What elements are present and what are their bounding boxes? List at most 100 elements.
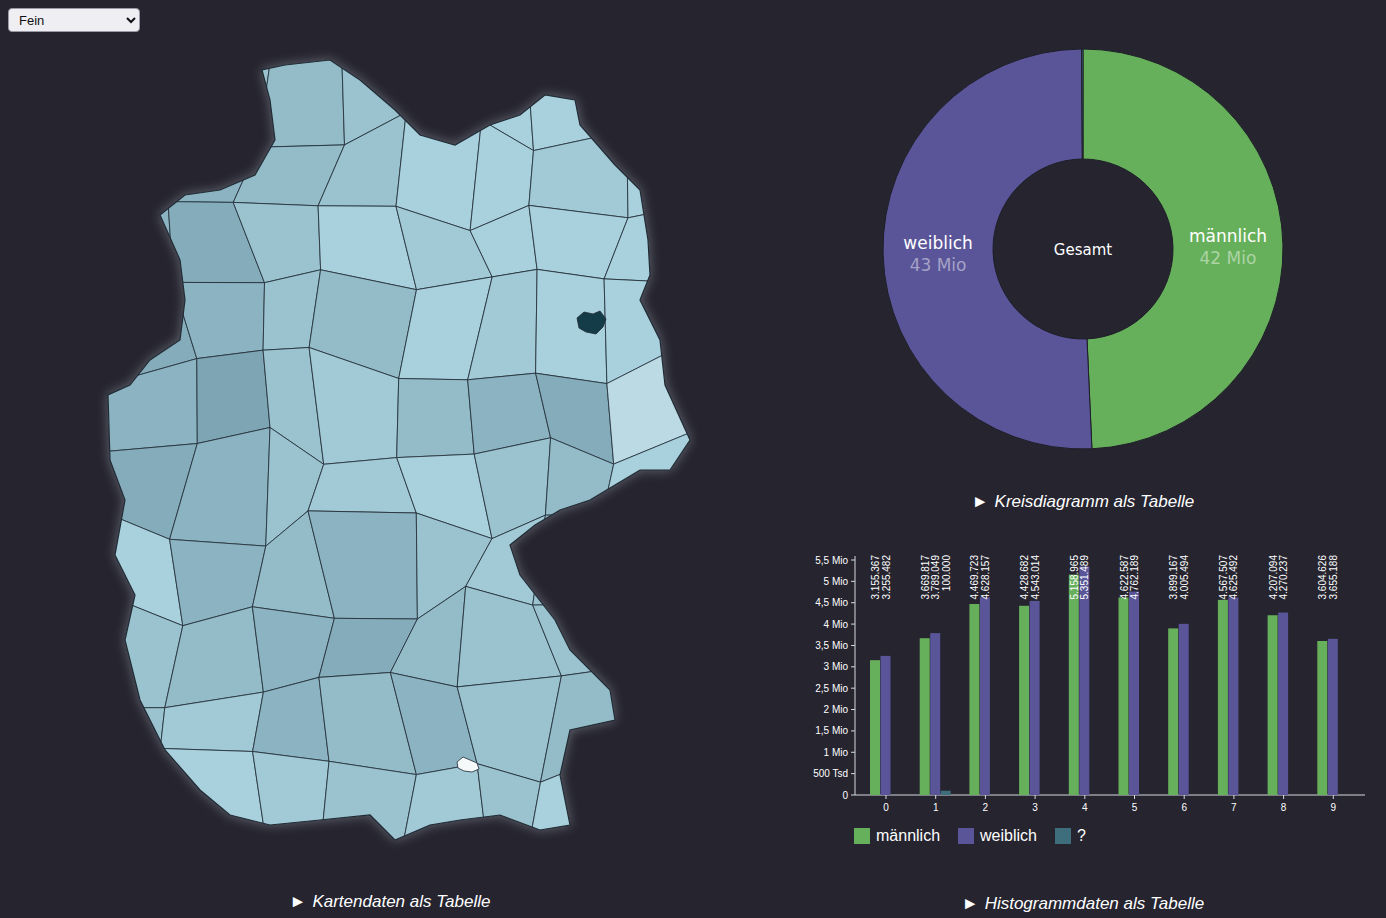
histogram-bar[interactable] bbox=[1119, 597, 1129, 795]
legend-item[interactable]: weiblich bbox=[958, 827, 1037, 845]
histogram-bar[interactable] bbox=[1069, 575, 1079, 795]
svg-text:4: 4 bbox=[1082, 802, 1088, 813]
histogram-bar[interactable] bbox=[920, 638, 930, 795]
bar-value-label: 5.351.489 bbox=[1079, 555, 1090, 600]
map-region[interactable] bbox=[528, 744, 636, 854]
histogram-bar[interactable] bbox=[1317, 641, 1327, 795]
histogram-bar[interactable] bbox=[1179, 624, 1189, 795]
map-region[interactable] bbox=[533, 604, 616, 676]
map-city-region[interactable] bbox=[457, 757, 479, 772]
histogram-bar[interactable] bbox=[1228, 597, 1238, 795]
map-region[interactable] bbox=[94, 40, 189, 147]
map-region[interactable] bbox=[309, 348, 399, 465]
histogram-legend: männlich weiblich? bbox=[854, 826, 1386, 846]
map-region[interactable] bbox=[401, 764, 485, 854]
map-region[interactable] bbox=[397, 379, 475, 458]
histogram-bar[interactable] bbox=[980, 597, 990, 795]
map-region[interactable] bbox=[173, 282, 264, 358]
map-region[interactable] bbox=[308, 511, 417, 619]
histogram-bar[interactable] bbox=[1079, 566, 1089, 795]
map-region[interactable] bbox=[604, 205, 709, 284]
y-tick: 4,5 Mio bbox=[815, 597, 855, 608]
x-tick: 2 bbox=[983, 795, 989, 813]
map-region[interactable] bbox=[614, 604, 708, 707]
histogram-bar[interactable] bbox=[1090, 795, 1100, 796]
histogram-bar[interactable] bbox=[1040, 795, 1050, 796]
pie-table-toggle[interactable]: ►Kreisdiagramm als Tabelle bbox=[780, 490, 1386, 514]
histogram-bar[interactable] bbox=[969, 604, 979, 795]
map-region[interactable] bbox=[468, 269, 537, 379]
histogram-bar[interactable] bbox=[891, 795, 901, 796]
y-tick: 3 Mio bbox=[824, 661, 855, 672]
histogram-bar[interactable] bbox=[1129, 592, 1139, 795]
x-tick: 9 bbox=[1331, 795, 1337, 813]
map-table-toggle[interactable]: ►Kartendaten als Tabelle bbox=[0, 890, 780, 914]
map-region[interactable] bbox=[253, 677, 329, 761]
histogram-bar[interactable] bbox=[881, 656, 891, 795]
pie-slice[interactable] bbox=[1083, 49, 1283, 449]
map-city-region[interactable] bbox=[577, 311, 606, 334]
bar-value-label: 4.270.237 bbox=[1278, 555, 1289, 600]
histogram-bar[interactable] bbox=[1239, 795, 1249, 796]
bar-value-label: 3.655.188 bbox=[1328, 555, 1339, 600]
map-region[interactable] bbox=[470, 205, 537, 277]
map-region[interactable] bbox=[253, 752, 329, 858]
histogram-bar[interactable] bbox=[1218, 600, 1228, 795]
map-region[interactable] bbox=[170, 428, 270, 547]
histogram-bar[interactable] bbox=[1328, 639, 1338, 795]
map-region[interactable] bbox=[615, 668, 708, 771]
histogram-bar[interactable] bbox=[990, 795, 1000, 796]
map-region[interactable] bbox=[603, 429, 700, 518]
map-region[interactable] bbox=[104, 202, 174, 283]
map-region[interactable] bbox=[165, 607, 264, 708]
map-region[interactable] bbox=[103, 359, 197, 452]
map-region[interactable] bbox=[536, 269, 607, 383]
svg-text:6: 6 bbox=[1181, 802, 1187, 813]
map-region[interactable] bbox=[320, 761, 417, 857]
map-region[interactable] bbox=[258, 53, 344, 147]
map-region[interactable] bbox=[390, 586, 465, 687]
legend-item[interactable]: männlich bbox=[854, 827, 940, 845]
map-region[interactable] bbox=[396, 206, 492, 289]
map-region[interactable] bbox=[533, 514, 614, 605]
histogram-bar[interactable] bbox=[1030, 601, 1040, 795]
map-region[interactable] bbox=[318, 112, 406, 206]
histogram-bar[interactable] bbox=[1268, 615, 1278, 795]
map-region[interactable] bbox=[477, 764, 540, 853]
y-tick: 1 Mio bbox=[824, 747, 855, 758]
dashboard: Fein►Kartendaten als Tabellemännlich42 M… bbox=[0, 0, 1386, 918]
histogram-bar[interactable] bbox=[1019, 606, 1029, 795]
map-region[interactable] bbox=[529, 131, 628, 218]
histogram-bar[interactable] bbox=[1189, 795, 1199, 796]
map-region[interactable] bbox=[603, 514, 681, 626]
svg-text:weiblich: weiblich bbox=[903, 233, 972, 253]
map-region[interactable] bbox=[541, 668, 636, 782]
bar-value-label: 4.567.507 bbox=[1218, 555, 1229, 600]
legend-item[interactable]: ? bbox=[1055, 827, 1086, 845]
histogram-bar[interactable] bbox=[1338, 795, 1348, 796]
histogram-bar[interactable] bbox=[1278, 613, 1288, 795]
svg-text:männlich: männlich bbox=[1189, 226, 1267, 246]
histogram-bar[interactable] bbox=[941, 791, 951, 795]
histogram-bar[interactable] bbox=[1140, 795, 1150, 796]
map-region[interactable] bbox=[197, 350, 270, 443]
histogram-bar[interactable] bbox=[870, 660, 880, 795]
map-region[interactable] bbox=[605, 42, 701, 130]
map-region[interactable] bbox=[87, 708, 165, 782]
histogram-bar[interactable] bbox=[1168, 628, 1178, 795]
map-region[interactable] bbox=[104, 129, 177, 213]
granularity-select[interactable]: Fein bbox=[8, 8, 140, 32]
histogram-bar[interactable] bbox=[1289, 795, 1299, 796]
x-tick: 4 bbox=[1082, 795, 1088, 813]
map-region[interactable] bbox=[474, 438, 550, 539]
map-region[interactable] bbox=[176, 40, 271, 147]
histogram-bar[interactable] bbox=[930, 633, 940, 795]
pie-slice[interactable] bbox=[1082, 49, 1083, 159]
svg-text:7: 7 bbox=[1231, 802, 1237, 813]
map-region[interactable] bbox=[627, 129, 701, 218]
map-region[interactable] bbox=[636, 744, 688, 854]
histogram-table-toggle[interactable]: ►Histogrammdaten als Tabelle bbox=[780, 892, 1386, 916]
map-region[interactable] bbox=[383, 57, 491, 120]
map-region[interactable] bbox=[233, 202, 320, 282]
map-region[interactable] bbox=[160, 692, 263, 751]
